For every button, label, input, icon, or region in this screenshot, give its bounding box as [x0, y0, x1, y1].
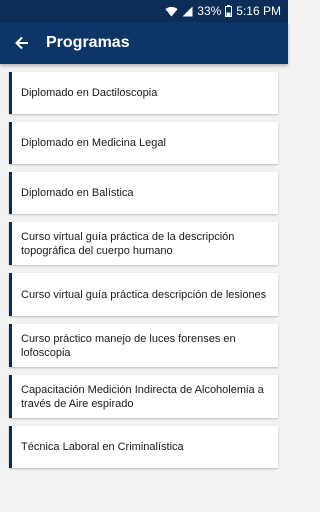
battery-percent: 33%: [197, 4, 222, 18]
program-item[interactable]: Curso práctico manejo de luces forenses …: [9, 324, 278, 367]
program-label: Diplomado en Dactiloscopia: [21, 87, 158, 99]
program-label: Curso virtual guía práctica de la descri…: [21, 230, 235, 257]
status-bar: 33% 5:16 PM: [0, 0, 288, 22]
wifi-icon: [165, 6, 178, 17]
back-button[interactable]: [0, 22, 44, 64]
program-label: Diplomado en Medicina Legal: [21, 137, 166, 149]
program-item[interactable]: Capacitación Medición Indirecta de Alcoh…: [9, 375, 278, 418]
program-label: Capacitación Medición Indirecta de Alcoh…: [21, 383, 264, 410]
page-title: Programas: [46, 34, 130, 51]
program-item[interactable]: Técnica Laboral en Criminalística: [9, 426, 278, 468]
program-item[interactable]: Diplomado en Balística: [9, 172, 278, 214]
app-bar: Programas: [0, 22, 288, 64]
program-item[interactable]: Diplomado en Medicina Legal: [9, 122, 278, 164]
arrow-left-icon: [15, 36, 28, 50]
program-label: Diplomado en Balística: [21, 187, 134, 199]
clock: 5:16 PM: [236, 4, 281, 18]
program-label: Curso práctico manejo de luces forenses …: [21, 332, 236, 359]
signal-icon: [182, 6, 193, 17]
program-item[interactable]: Diplomado en Dactiloscopia: [9, 72, 278, 114]
battery-icon: [225, 5, 233, 17]
program-item[interactable]: Curso virtual guía práctica descripción …: [9, 273, 278, 316]
program-label: Técnica Laboral en Criminalística: [21, 441, 184, 453]
programs-list: Diplomado en Dactiloscopia Diplomado en …: [9, 72, 278, 476]
program-label: Curso virtual guía práctica descripción …: [21, 288, 267, 301]
program-item[interactable]: Curso virtual guía práctica de la descri…: [9, 222, 278, 265]
